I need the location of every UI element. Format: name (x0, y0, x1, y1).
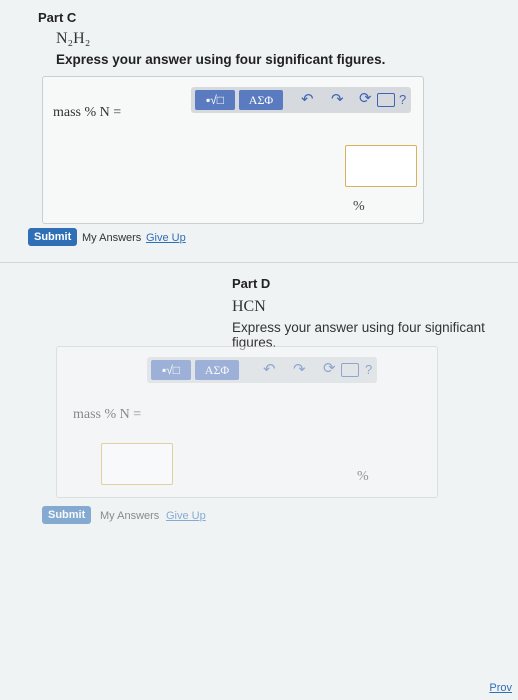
part-c-input-label: mass % N = (53, 105, 122, 120)
keyboard-icon[interactable] (341, 363, 359, 377)
templates-button[interactable]: ▪√□ (151, 360, 191, 380)
part-d-my-answers-link[interactable]: My Answers (100, 510, 159, 522)
help-icon[interactable]: ? (365, 362, 372, 377)
greek-symbols-button[interactable]: ΑΣΦ (239, 90, 283, 110)
reset-icon[interactable]: ⟳ (359, 89, 372, 107)
part-c-give-up-link[interactable]: Give Up (146, 232, 186, 244)
part-d-label: Part D (232, 276, 271, 291)
undo-icon[interactable]: ↶ (301, 90, 314, 108)
keyboard-icon[interactable] (377, 93, 395, 107)
part-c-submit-button[interactable]: Submit (28, 228, 78, 246)
provide-feedback-link[interactable]: Prov (489, 682, 512, 694)
part-d-toolbar: ▪√□ ΑΣΦ ↶ ↷ ⟳ ? (147, 357, 377, 383)
page: Part C N₂H₂ Express your answer using fo… (0, 0, 518, 700)
part-d-answer-box: ▪√□ ΑΣΦ ↶ ↷ ⟳ ? mass % N = % (56, 346, 438, 498)
part-c-my-answers-link[interactable]: My Answers (82, 232, 141, 244)
templates-button[interactable]: ▪√□ (195, 90, 235, 110)
part-c-answer-box: ▪√□ ΑΣΦ ↶ ↷ ⟳ ? mass % N = % (42, 76, 424, 224)
reset-icon[interactable]: ⟳ (323, 359, 336, 377)
part-d-unit: % (357, 469, 369, 484)
part-c-toolbar: ▪√□ ΑΣΦ ↶ ↷ ⟳ ? (191, 87, 411, 113)
part-d-submit-button[interactable]: Submit (42, 506, 92, 524)
part-c-unit: % (353, 199, 365, 214)
undo-icon[interactable]: ↶ (263, 360, 276, 378)
part-c-instruction: Express your answer using four significa… (56, 52, 386, 67)
part-c-label: Part C (38, 10, 77, 25)
section-divider (0, 262, 518, 263)
part-d-input-label: mass % N = (73, 407, 142, 422)
redo-icon[interactable]: ↷ (331, 90, 344, 108)
part-d-formula: HCN (232, 298, 266, 315)
greek-symbols-button[interactable]: ΑΣΦ (195, 360, 239, 380)
part-c-answer-input[interactable] (345, 145, 417, 187)
redo-icon[interactable]: ↷ (293, 360, 306, 378)
part-d-answer-input[interactable] (101, 443, 173, 485)
help-icon[interactable]: ? (399, 92, 406, 107)
part-d-give-up-link[interactable]: Give Up (166, 510, 206, 522)
part-c-formula: N₂H₂ (56, 30, 91, 47)
